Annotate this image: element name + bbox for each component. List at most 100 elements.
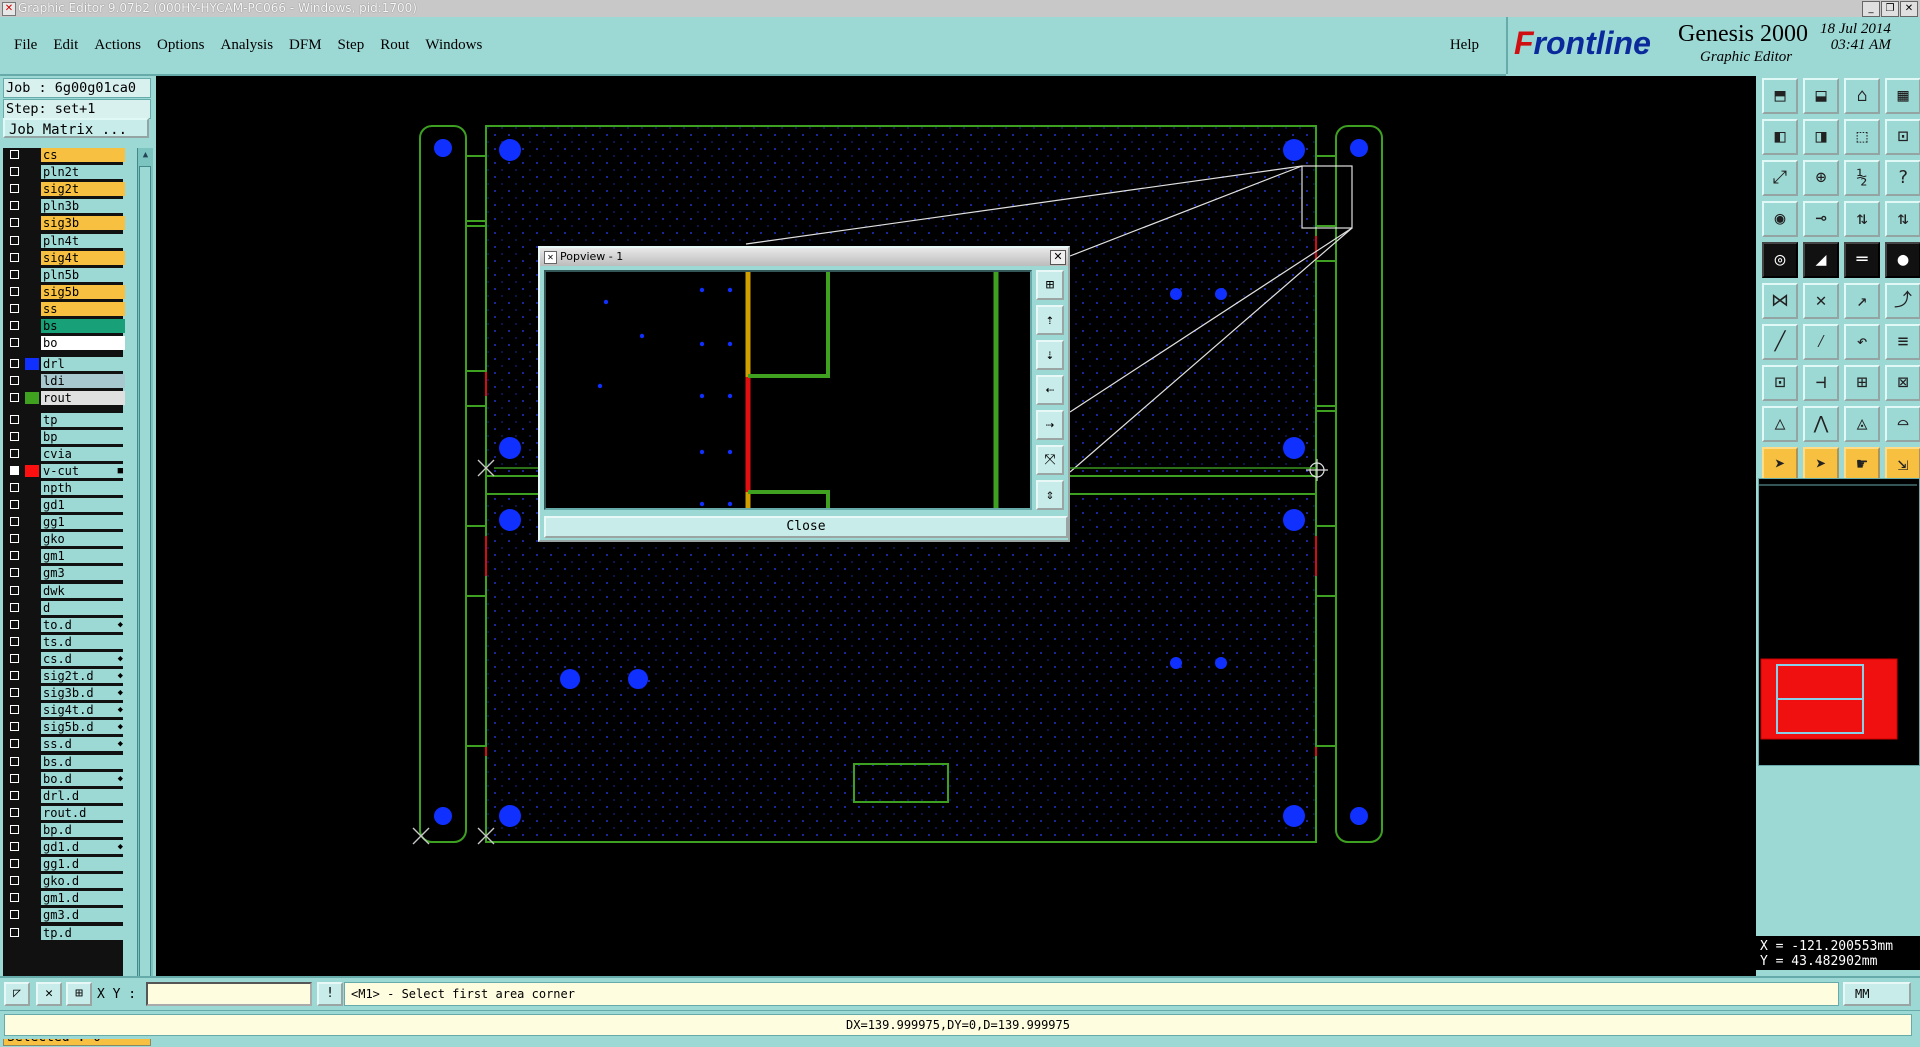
layer-checkbox[interactable] <box>10 910 19 920</box>
arc-center-tool[interactable]: ⌓ <box>1885 406 1920 442</box>
layer-color-swatch[interactable] <box>25 721 39 733</box>
layer-row[interactable]: sig4t.d ◆ <box>3 703 125 718</box>
layer-row[interactable]: bs.d <box>3 754 125 769</box>
menu-edit[interactable]: Edit <box>53 37 78 54</box>
undo-tool[interactable]: ↶ <box>1844 324 1880 360</box>
resize-tool[interactable]: ⊞ <box>1844 365 1880 401</box>
layer-row[interactable]: ss.d ◆ <box>3 737 125 752</box>
layer-row[interactable]: drl <box>3 357 125 372</box>
layer-color-swatch[interactable] <box>25 431 39 443</box>
grid-mode-icon[interactable]: ⊞ <box>66 982 92 1006</box>
layer-checkbox[interactable] <box>10 393 19 403</box>
layer-checkbox[interactable] <box>10 653 19 663</box>
node-tool[interactable]: ⋈ <box>1762 283 1798 319</box>
layer-row[interactable]: gm1 <box>3 549 125 564</box>
layer-color-swatch[interactable] <box>25 704 39 716</box>
layer-name[interactable]: sig2t.d ◆ <box>41 669 125 683</box>
units-select[interactable]: MM <box>1843 982 1911 1006</box>
layer-color-swatch[interactable] <box>25 414 39 426</box>
layer-color-swatch[interactable] <box>25 375 39 387</box>
layer-name[interactable]: sig3b <box>41 216 125 231</box>
popview-zoom-icon[interactable]: ⊞ <box>1036 270 1064 300</box>
layer-color-swatch[interactable] <box>25 337 39 349</box>
popview-close-button[interactable]: Close <box>544 516 1068 538</box>
layer-row[interactable]: gm3 <box>3 566 125 581</box>
layer-checkbox[interactable] <box>10 414 19 424</box>
layer-checkbox[interactable] <box>10 482 19 492</box>
layer-name[interactable]: bp.d <box>41 822 125 837</box>
layer-color-swatch[interactable] <box>25 448 39 460</box>
layer-checkbox[interactable] <box>10 859 19 869</box>
layer-color-swatch[interactable] <box>25 482 39 494</box>
pan-left-tool[interactable]: ◧ <box>1762 119 1798 155</box>
layer-color-swatch[interactable] <box>25 858 39 870</box>
layer-color-swatch[interactable] <box>25 550 39 562</box>
layer-checkbox[interactable] <box>10 184 19 194</box>
layer-color-swatch[interactable] <box>25 619 39 631</box>
layer-name[interactable]: v-cut ■ <box>41 463 125 478</box>
layer-name[interactable]: gko <box>41 532 125 547</box>
menu-options[interactable]: Options <box>157 37 205 54</box>
layer-checkbox[interactable] <box>10 756 19 766</box>
layer-checkbox[interactable] <box>10 500 19 509</box>
move-tool[interactable]: ↗ <box>1844 283 1880 319</box>
layer-checkbox[interactable] <box>10 602 19 612</box>
xy-input[interactable] <box>146 982 312 1006</box>
layer-name[interactable]: bp <box>41 429 125 444</box>
home-tool[interactable]: ⌂ <box>1844 78 1880 114</box>
layer-row[interactable]: pln4t <box>3 233 125 248</box>
layer-color-swatch[interactable] <box>25 585 39 597</box>
layer-name[interactable]: tp.d <box>41 925 125 940</box>
layer-name[interactable]: gko.d <box>41 874 125 889</box>
restore-button[interactable]: ❐ <box>1881 1 1899 17</box>
layer-row[interactable]: tp <box>3 412 125 427</box>
layer-name[interactable]: gm3.d <box>41 908 125 923</box>
layer-row[interactable]: tp.d <box>3 925 125 940</box>
layer-checkbox[interactable] <box>10 568 19 578</box>
popview-fit-icon[interactable]: ⤧ <box>1036 445 1064 475</box>
layer-row[interactable]: sig5b <box>3 284 125 299</box>
layer-color-swatch[interactable] <box>25 807 39 819</box>
layer-color-swatch[interactable] <box>25 166 39 178</box>
grid-tool[interactable]: ▦ <box>1885 78 1920 114</box>
menu-windows[interactable]: Windows <box>425 37 482 54</box>
layer-row[interactable]: gg1.d <box>3 857 125 872</box>
fit-tool[interactable]: ⤢ <box>1762 160 1798 196</box>
layer-row[interactable]: cs.d ◆ <box>3 651 125 666</box>
layer-name[interactable]: sig5b <box>41 284 125 299</box>
minimize-button[interactable]: _ <box>1862 1 1880 17</box>
layer-checkbox[interactable] <box>10 636 19 646</box>
layer-name[interactable]: sig4t.d ◆ <box>41 703 125 718</box>
layer-checkbox[interactable] <box>10 235 19 245</box>
layer-row[interactable]: sig3b <box>3 216 125 231</box>
layer-checkbox[interactable] <box>10 551 19 561</box>
snap-mode-icon[interactable]: ◸ <box>4 982 30 1006</box>
dot-tool[interactable]: ● <box>1885 242 1920 278</box>
multi-line-tool[interactable]: ≡ <box>1885 324 1920 360</box>
layer-row[interactable]: sig2t <box>3 182 125 197</box>
layer-row[interactable]: bo <box>3 336 125 351</box>
pan-right-tool[interactable]: ◨ <box>1803 119 1839 155</box>
layer-checkbox[interactable] <box>10 303 19 313</box>
layer-name[interactable]: gd1.d ◆ <box>41 840 125 854</box>
line-tool[interactable]: ╱ <box>1762 324 1798 360</box>
layer-name[interactable]: tp <box>41 412 125 427</box>
layer-row[interactable]: rout.d <box>3 805 125 820</box>
layer-name[interactable]: drl <box>41 357 125 372</box>
layer-color-swatch[interactable] <box>25 567 39 579</box>
zoom-in-tool[interactable]: ⬓ <box>1803 78 1839 114</box>
layer-color-swatch[interactable] <box>25 653 39 665</box>
layer-checkbox[interactable] <box>10 824 19 834</box>
layer-row[interactable]: dwk <box>3 583 125 598</box>
layer-color-swatch[interactable] <box>25 756 39 768</box>
layer-name[interactable]: ss <box>41 301 125 316</box>
layer-name[interactable]: pln4t <box>41 233 125 248</box>
layer-color-swatch[interactable] <box>25 464 39 477</box>
layer-checkbox[interactable] <box>10 465 19 475</box>
layer-color-swatch[interactable] <box>25 516 39 528</box>
layer-color-swatch[interactable] <box>25 738 39 750</box>
info-icon[interactable]: ! <box>317 982 343 1006</box>
layer-name[interactable]: rout <box>41 391 125 406</box>
arc-3pt-tool[interactable]: ◬ <box>1844 406 1880 442</box>
probe-tool[interactable]: ⊸ <box>1803 201 1839 237</box>
